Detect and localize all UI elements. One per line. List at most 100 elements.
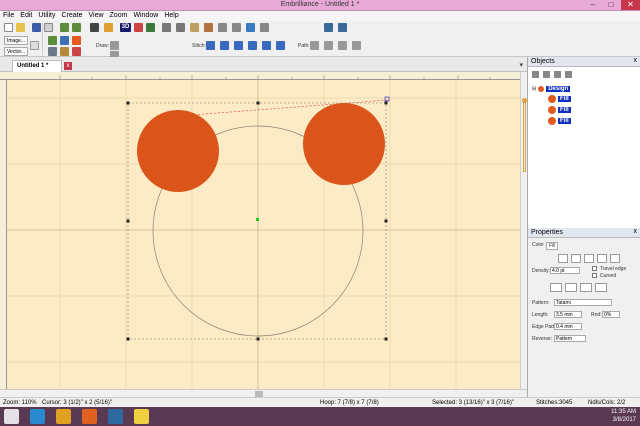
- menu-zoom[interactable]: Zoom: [107, 11, 131, 20]
- fill-direction-icon[interactable]: [558, 254, 568, 263]
- properties-panel-close-icon[interactable]: x: [634, 228, 638, 235]
- menu-edit[interactable]: Edit: [17, 11, 35, 20]
- combine-icon[interactable]: [260, 23, 269, 32]
- fill-style-3-icon[interactable]: [580, 283, 592, 292]
- tab-close-icon[interactable]: x: [64, 62, 72, 70]
- undo-icon[interactable]: [60, 23, 69, 32]
- path-tool-icon[interactable]: [310, 41, 319, 50]
- tab-untitled-1[interactable]: Untitled 1 *: [12, 60, 62, 72]
- travel-edge-checkbox[interactable]: [592, 266, 597, 271]
- draw-line-icon[interactable]: [110, 41, 119, 50]
- stitch-fill-icon[interactable]: [220, 41, 229, 50]
- rnd-input[interactable]: 0%: [602, 311, 620, 318]
- sticky-notes-icon[interactable]: [134, 409, 149, 424]
- vertical-scrollbar[interactable]: [520, 72, 527, 389]
- path-join-icon[interactable]: [352, 41, 361, 50]
- stitch-bean-icon[interactable]: [276, 41, 285, 50]
- redo-icon[interactable]: [72, 23, 81, 32]
- new-file-icon[interactable]: [4, 23, 13, 32]
- right-ear-fill[interactable]: [303, 103, 385, 185]
- clock-date[interactable]: 3/8/2017: [613, 417, 636, 423]
- tree-item-fill-3[interactable]: Fill: [548, 115, 571, 126]
- vector-button[interactable]: Vector...: [4, 47, 29, 56]
- menu-view[interactable]: View: [85, 11, 106, 20]
- tree-item-fill-1[interactable]: Fill: [548, 93, 571, 104]
- view-3d-button[interactable]: 3D: [120, 23, 131, 32]
- fill-icon[interactable]: [72, 36, 81, 45]
- flip-icon[interactable]: [176, 23, 185, 32]
- print-icon[interactable]: [44, 23, 53, 32]
- tab-color[interactable]: Color: [532, 242, 544, 248]
- clock-time[interactable]: 11:35 AM: [611, 409, 636, 415]
- zoom-out-icon[interactable]: [338, 23, 347, 32]
- tree-expand-icon[interactable]: ⊟: [532, 86, 536, 92]
- zoom-slider-track[interactable]: [523, 102, 526, 172]
- menu-file[interactable]: File: [0, 11, 17, 20]
- color-palette-icon[interactable]: [134, 23, 143, 32]
- import-icon[interactable]: [30, 41, 39, 50]
- left-ear-fill[interactable]: [137, 110, 219, 192]
- group-icon[interactable]: [246, 23, 255, 32]
- maximize-button[interactable]: □: [602, 0, 620, 10]
- density-input[interactable]: 4.0 pt: [550, 267, 580, 274]
- file-explorer-icon[interactable]: [56, 409, 71, 424]
- node-tool-icon[interactable]: [48, 47, 57, 56]
- save-icon[interactable]: [32, 23, 41, 32]
- objects-panel-close-icon[interactable]: x: [634, 57, 638, 64]
- tab-fill[interactable]: Fill: [546, 242, 559, 250]
- internet-explorer-icon[interactable]: [30, 409, 45, 424]
- stitch-motif-icon[interactable]: [262, 41, 271, 50]
- lock-icon[interactable]: [554, 71, 561, 78]
- stitch-applique-icon[interactable]: [248, 41, 257, 50]
- select-tool-icon[interactable]: [48, 36, 57, 45]
- stitch-run-icon[interactable]: [234, 41, 243, 50]
- horizontal-scrollbar[interactable]: [0, 389, 527, 397]
- path-split-icon[interactable]: [338, 41, 347, 50]
- grid-icon[interactable]: [146, 23, 155, 32]
- tab-menu-icon[interactable]: ▾: [519, 61, 523, 69]
- visibility-icon[interactable]: [565, 71, 572, 78]
- fill-angle-icon[interactable]: [571, 254, 581, 263]
- fill-horizontal-icon[interactable]: [597, 254, 607, 263]
- open-folder-icon[interactable]: [16, 23, 25, 32]
- ruler-icon[interactable]: [190, 23, 199, 32]
- length-input[interactable]: 3.5 mm: [554, 311, 582, 318]
- path-node-icon[interactable]: [324, 41, 333, 50]
- cut-icon[interactable]: [72, 47, 81, 56]
- fill-pattern-icon[interactable]: [610, 254, 620, 263]
- brush-icon[interactable]: [204, 23, 213, 32]
- curved-checkbox[interactable]: [592, 273, 597, 278]
- firefox-icon[interactable]: [82, 409, 97, 424]
- align-icon[interactable]: [90, 23, 99, 32]
- menu-help[interactable]: Help: [161, 11, 181, 20]
- menu-window[interactable]: Window: [130, 11, 161, 20]
- minimize-button[interactable]: –: [584, 0, 602, 10]
- mirror-icon[interactable]: [162, 23, 171, 32]
- design-canvas[interactable]: [7, 80, 520, 389]
- pen-icon[interactable]: [60, 47, 69, 56]
- media-icon[interactable]: [108, 409, 123, 424]
- fill-style-4-icon[interactable]: [595, 283, 607, 292]
- fill-style-2-icon[interactable]: [565, 283, 577, 292]
- fill-style-1-icon[interactable]: [550, 283, 562, 292]
- reverse-select[interactable]: Pattern: [554, 335, 586, 342]
- center-handle[interactable]: [256, 218, 259, 221]
- close-button[interactable]: ✕: [621, 0, 640, 10]
- image-button[interactable]: Image...: [4, 36, 29, 45]
- edge-pad-input[interactable]: 0.4 mm: [554, 323, 582, 330]
- eye-icon[interactable]: [60, 36, 69, 45]
- rotate-icon[interactable]: [232, 23, 241, 32]
- measure-icon[interactable]: [218, 23, 227, 32]
- move-down-icon[interactable]: [543, 71, 550, 78]
- menu-create[interactable]: Create: [58, 11, 85, 20]
- pattern-select[interactable]: Tatami: [554, 299, 612, 306]
- zoom-in-icon[interactable]: [324, 23, 333, 32]
- windows-start-icon[interactable]: [4, 409, 19, 424]
- tree-item-design[interactable]: ⊟ Design: [532, 84, 571, 93]
- fill-vertical-icon[interactable]: [584, 254, 594, 263]
- move-up-icon[interactable]: [532, 71, 539, 78]
- tree-item-fill-2[interactable]: Fill: [548, 104, 571, 115]
- stitch-satin-icon[interactable]: [206, 41, 215, 50]
- menu-utility[interactable]: Utility: [35, 11, 58, 20]
- wand-icon[interactable]: [104, 23, 113, 32]
